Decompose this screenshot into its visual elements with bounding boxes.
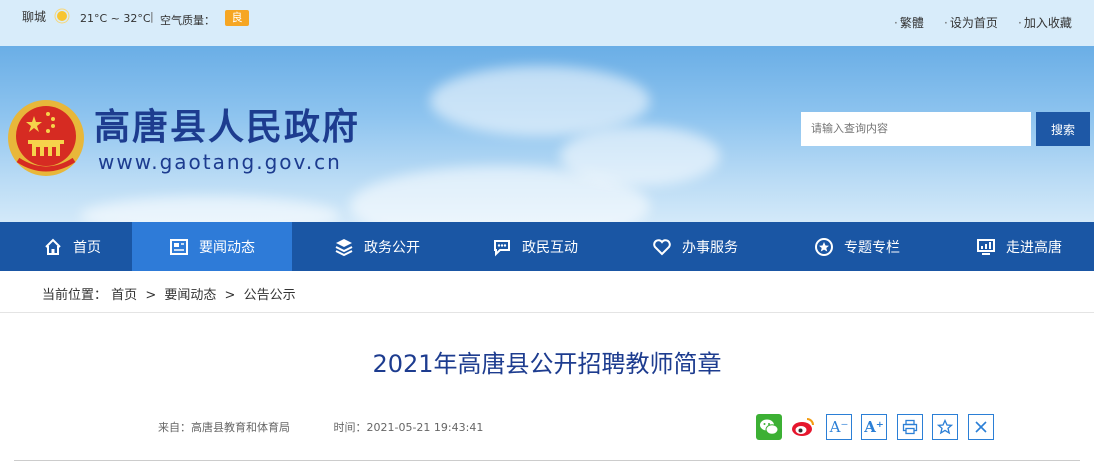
print-button[interactable] xyxy=(897,414,923,440)
search-button[interactable]: 搜索 xyxy=(1036,112,1090,146)
breadcrumb-announcements[interactable]: 公告公示 xyxy=(244,288,296,303)
home-icon xyxy=(45,238,61,255)
nav-item-interaction[interactable]: 政民互动 xyxy=(460,222,610,271)
nav-label: 走进高唐 xyxy=(1006,239,1062,256)
wechat-share-button[interactable] xyxy=(756,414,782,440)
breadcrumb-home[interactable]: 首页 xyxy=(111,288,137,303)
close-icon xyxy=(975,421,987,433)
nav-item-special-topics[interactable]: 专题专栏 xyxy=(782,222,932,271)
chat-icon xyxy=(494,239,510,256)
nav-label: 专题专栏 xyxy=(844,239,900,256)
nav-item-government-affairs[interactable]: 政务公开 xyxy=(302,222,452,271)
breadcrumb-news[interactable]: 要闻动态 xyxy=(164,288,216,303)
news-icon xyxy=(170,238,188,255)
add-favorite-link[interactable]: 加入收藏 xyxy=(1018,14,1072,31)
weibo-icon xyxy=(792,418,814,436)
search-input[interactable] xyxy=(801,112,1031,146)
layers-icon xyxy=(335,238,353,256)
article-title: 2021年高唐县公开招聘教师简章 xyxy=(372,350,722,378)
article-source: 高唐县教育和体育局 xyxy=(191,421,290,434)
heart-icon xyxy=(653,238,671,255)
weibo-share-button[interactable] xyxy=(790,414,816,440)
nav-item-news[interactable]: 要闻动态 xyxy=(132,222,292,271)
nav-label: 要闻动态 xyxy=(199,239,255,256)
set-homepage-link[interactable]: 设为首页 xyxy=(944,14,998,31)
breadcrumb-separator: > xyxy=(224,288,236,303)
traditional-chinese-link[interactable]: 繁體 xyxy=(894,14,924,31)
font-decrease-button[interactable]: A⁻ xyxy=(826,414,852,440)
nav-label: 首页 xyxy=(73,239,101,256)
header-banner: 高唐县人民政府 www.gaotang.gov.cn 搜索 xyxy=(0,46,1094,222)
nav-label: 办事服务 xyxy=(682,239,738,256)
star-badge-icon xyxy=(815,237,833,256)
font-decrease-icon: A⁻ xyxy=(829,418,849,436)
site-url: www.gaotang.gov.cn xyxy=(98,150,342,174)
air-quality-label: 空气质量： xyxy=(160,14,215,27)
national-emblem-icon xyxy=(8,100,84,176)
breadcrumb: 当前位置： 首页 > 要闻动态 > 公告公示 xyxy=(42,284,296,303)
main-nav: 首页 要闻动态 政务公开 政民互动 办事服务 专题专栏 走进高唐 xyxy=(0,222,1094,271)
top-bar: 聊城 21°C ~ 32°C | 空气质量： 良 繁體 设为首页 加入收藏 xyxy=(0,0,1094,46)
font-increase-icon: A⁺ xyxy=(864,418,884,436)
close-button[interactable] xyxy=(968,414,994,440)
wechat-icon xyxy=(756,414,782,440)
favorite-button[interactable] xyxy=(932,414,958,440)
breadcrumb-prefix: 当前位置： xyxy=(42,288,108,303)
air-quality-badge: 良 xyxy=(225,10,249,26)
nav-item-home[interactable]: 首页 xyxy=(22,222,122,271)
monitor-icon xyxy=(977,238,995,255)
sun-icon xyxy=(54,8,70,24)
breadcrumb-separator: > xyxy=(145,288,157,303)
favorite-star-icon xyxy=(937,419,953,435)
nav-label: 政民互动 xyxy=(522,239,578,256)
divider: | xyxy=(150,10,154,23)
source-label: 来自： xyxy=(158,421,191,434)
nav-item-services[interactable]: 办事服务 xyxy=(620,222,770,271)
print-icon xyxy=(902,419,918,435)
article-time: 2021-05-21 19:43:41 xyxy=(366,421,484,434)
divider xyxy=(0,312,1094,313)
city-name: 聊城 xyxy=(22,10,47,24)
divider xyxy=(14,460,1080,461)
article-meta: 来自：高唐县教育和体育局 时间：2021-05-21 19:43:41 xyxy=(158,419,483,435)
temperature: 21°C ~ 32°C xyxy=(80,12,151,25)
time-label: 时间： xyxy=(333,421,367,434)
nav-label: 政务公开 xyxy=(364,239,420,256)
font-increase-button[interactable]: A⁺ xyxy=(861,414,887,440)
site-title: 高唐县人民政府 xyxy=(94,106,361,148)
nav-item-about-gaotang[interactable]: 走进高唐 xyxy=(944,222,1094,271)
